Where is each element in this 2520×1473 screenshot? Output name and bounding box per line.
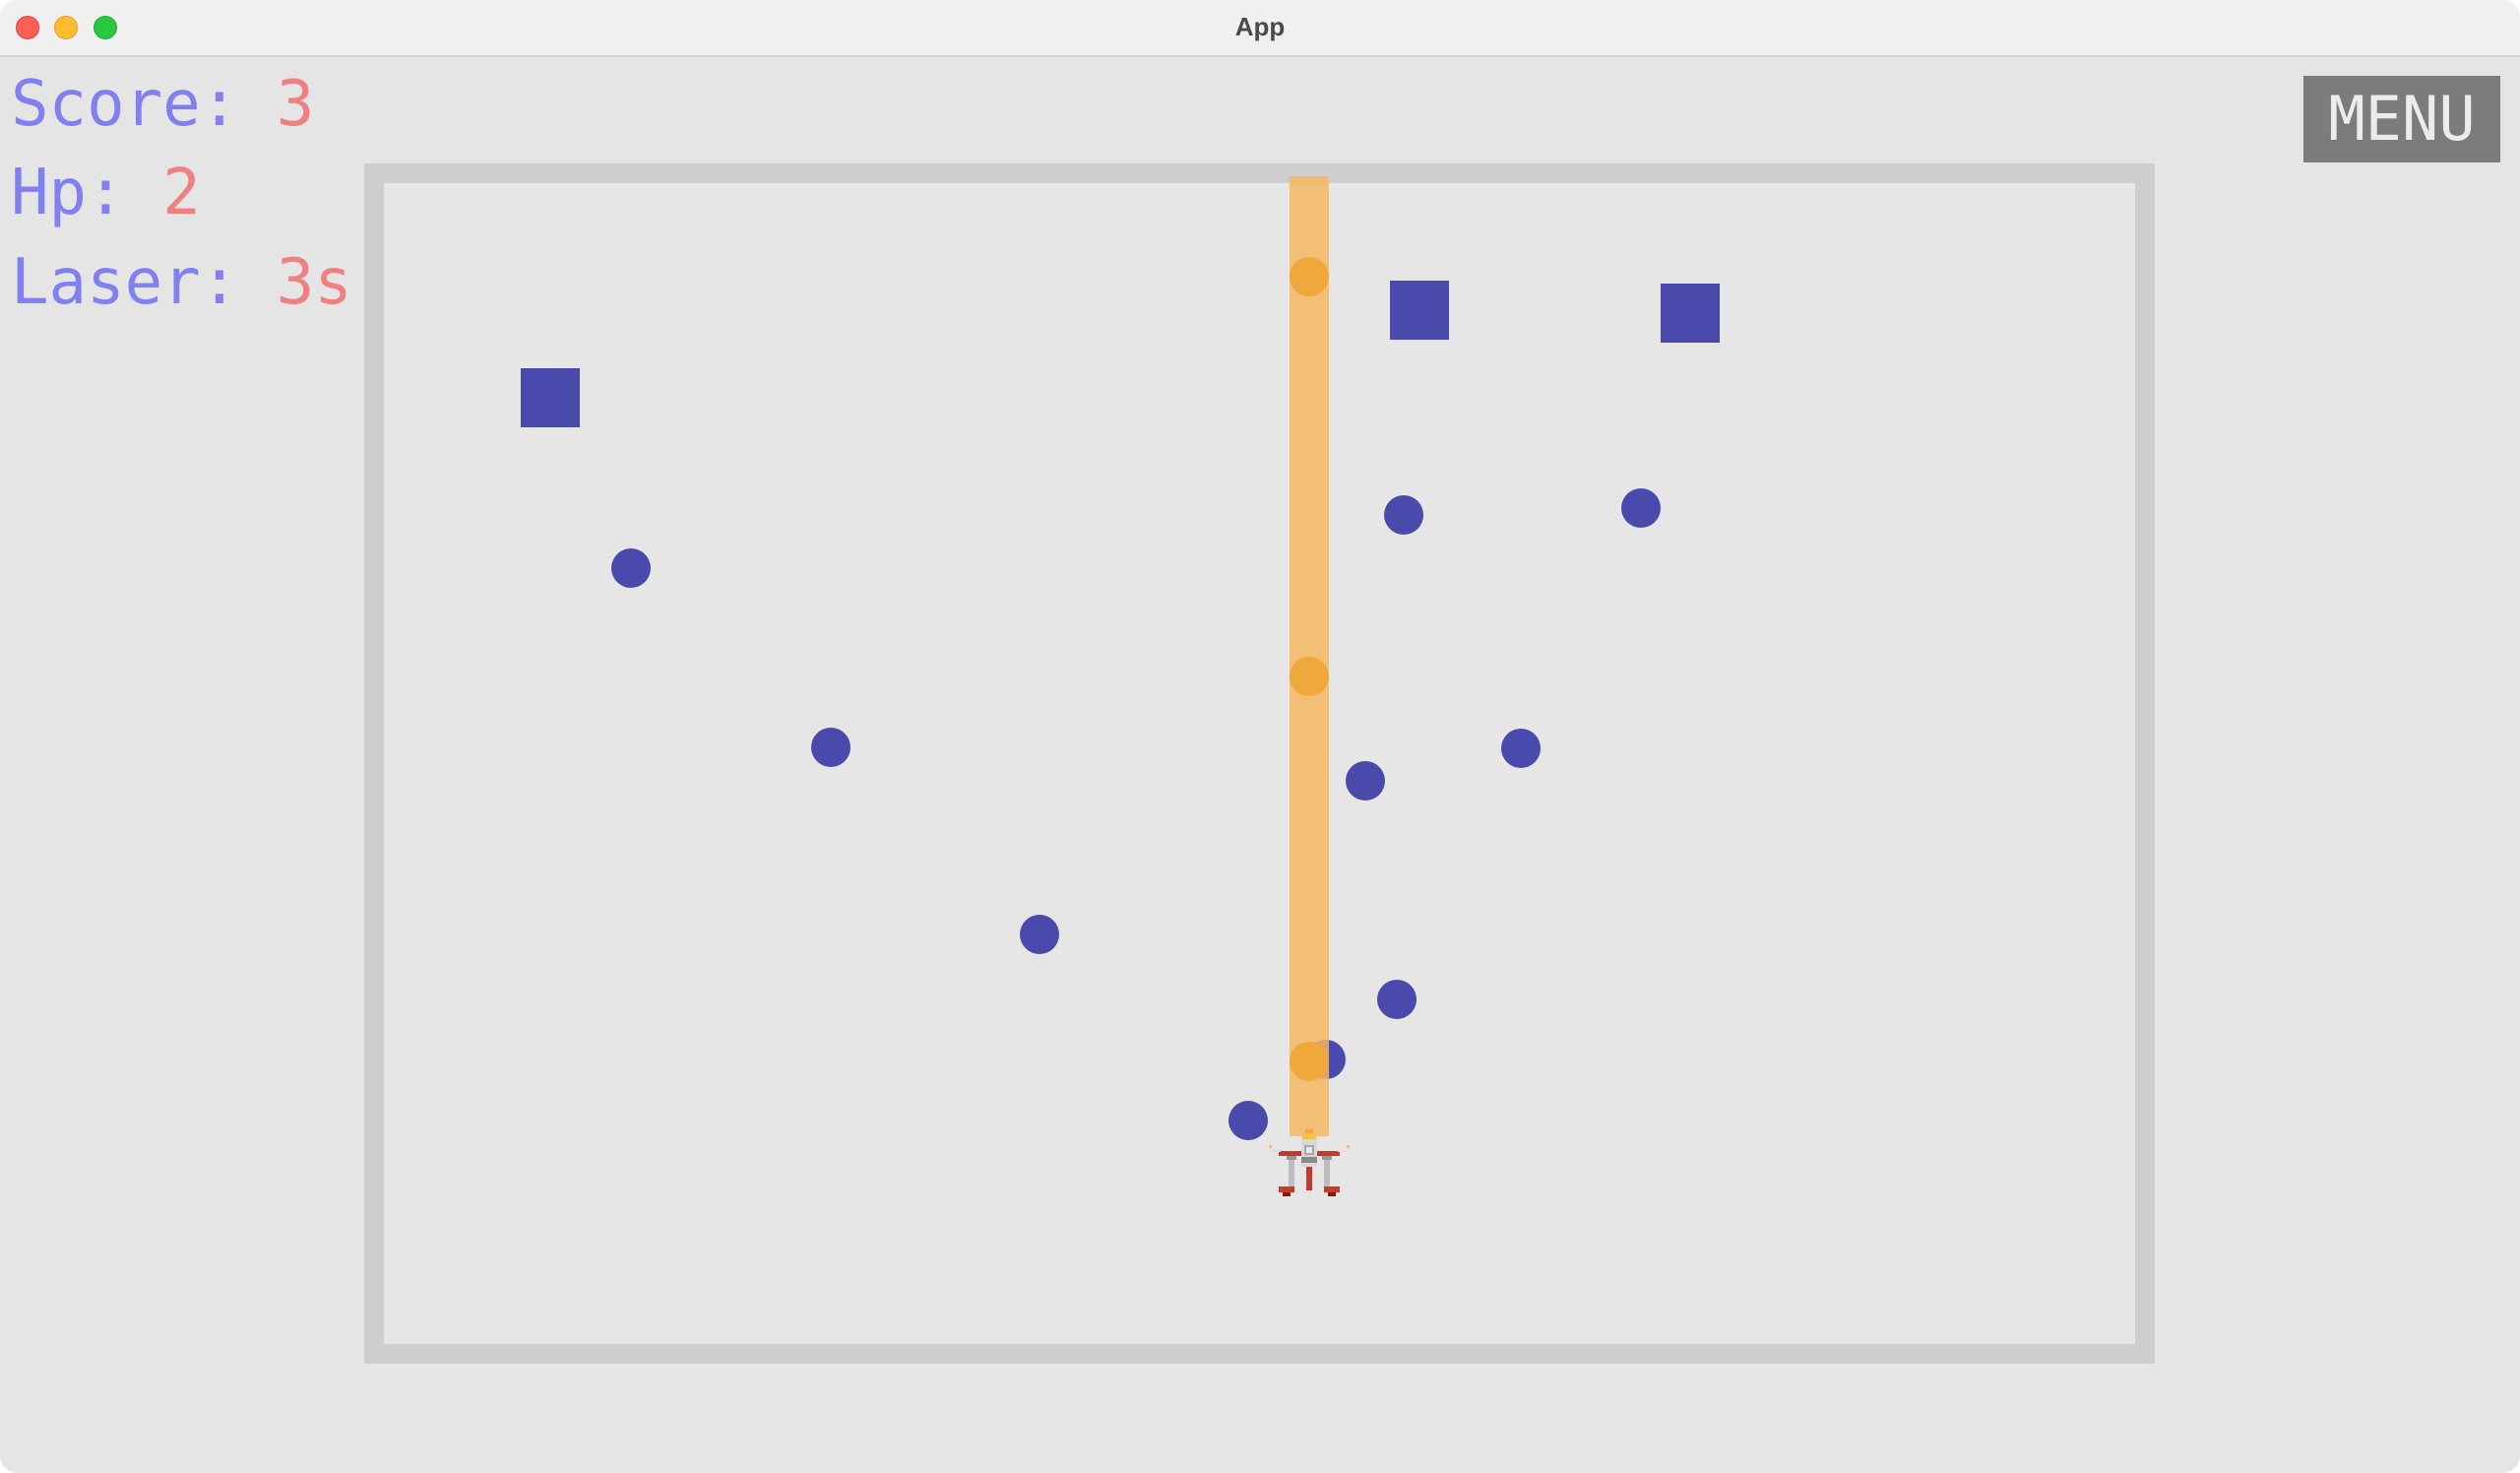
enemy-block xyxy=(521,368,580,427)
enemy-ball xyxy=(1228,1101,1268,1140)
laser-orb xyxy=(1290,657,1329,696)
score-label: Score: xyxy=(11,68,277,141)
enemy-ball xyxy=(1501,729,1541,768)
enemy-ball xyxy=(811,728,850,767)
window-title: App xyxy=(1234,12,1286,41)
menu-button[interactable]: MENU xyxy=(2303,76,2500,162)
enemy-ball xyxy=(1346,761,1385,801)
score-value: 3 xyxy=(276,68,315,141)
enemy-ball xyxy=(1020,915,1059,954)
hp-label: Hp: xyxy=(11,157,163,229)
score-display: Score: 3 xyxy=(11,73,314,136)
laser-orb xyxy=(1290,257,1329,296)
enemy-block xyxy=(1661,284,1720,343)
laser-orb xyxy=(1290,1042,1329,1081)
laser-value: 3s xyxy=(276,246,352,319)
game-arena[interactable] xyxy=(384,183,2135,1344)
game-arena-border xyxy=(364,163,2155,1364)
enemy-block xyxy=(1390,281,1449,340)
hp-value: 2 xyxy=(162,157,201,229)
enemy-ball xyxy=(611,548,651,588)
laser-label: Laser: xyxy=(11,246,277,319)
enemy-ball xyxy=(1377,980,1417,1019)
enemy-ball xyxy=(1384,495,1423,535)
title-bar: App xyxy=(0,0,2520,57)
player-ship-icon xyxy=(1269,1129,1350,1196)
enemy-ball xyxy=(1621,488,1661,528)
hp-display: Hp: 2 xyxy=(11,161,201,224)
app-window: App Score: 3 Hp: 2 Laser: 3s MENU xyxy=(0,0,2520,1473)
laser-display: Laser: 3s xyxy=(11,251,352,314)
